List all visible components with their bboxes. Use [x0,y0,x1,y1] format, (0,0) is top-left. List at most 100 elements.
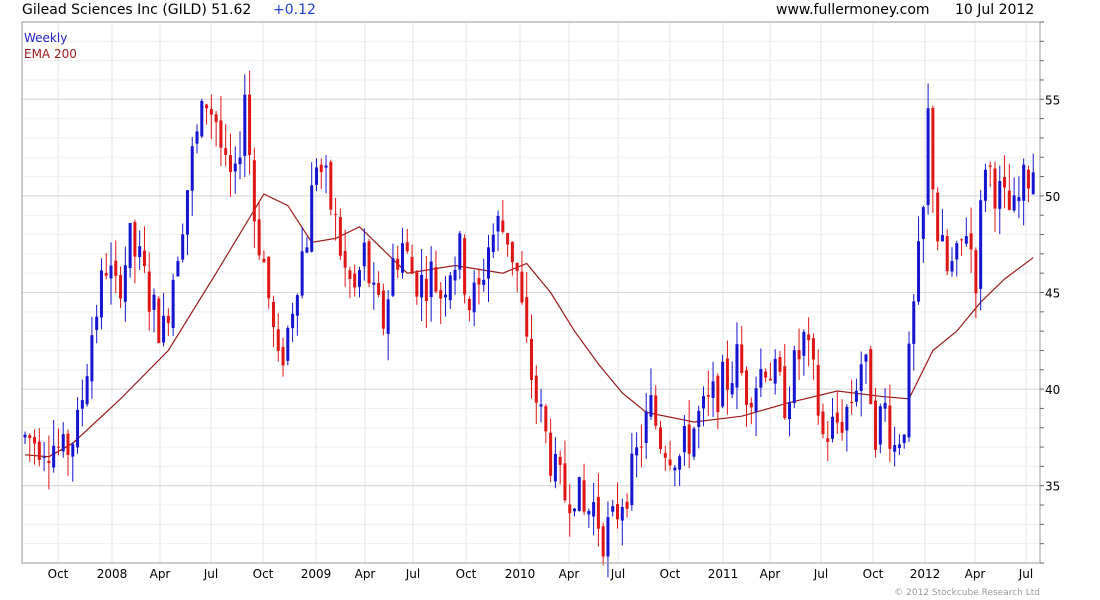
candle-body [291,313,295,329]
x-tick-label: 2011 [708,567,739,581]
candle-body [549,432,553,476]
candle-body [931,108,935,190]
axes: 35 40 45 50 55 Oct 2008 Apr Jul Oct 2009 Apr Jul Oct 2… [21,21,1060,581]
candle-body [611,506,615,512]
candle-body [190,146,194,191]
candle-body [964,236,968,244]
candle-body [439,290,443,299]
candle-body [534,375,538,403]
candle-body [702,396,706,409]
candle-body [467,299,471,311]
candle-body [61,434,65,452]
candle-body [243,94,247,156]
candle-body [343,250,347,268]
candle-body [257,219,261,256]
candle-body [678,456,682,470]
candle-body [730,383,734,395]
candle-body [348,270,352,279]
x-tick-label: Apr [965,567,986,581]
candle-body [596,496,600,529]
candle-body [76,409,80,448]
candle-body [902,434,906,443]
candle-body [133,222,137,257]
candle-body [1003,176,1007,188]
candle-body [424,278,428,302]
candles [23,70,1035,578]
candle-body [616,504,620,520]
candle-body [606,517,610,557]
candle-body [525,297,529,337]
candle-body [716,375,720,413]
candle-body [811,338,815,360]
candle-body [185,190,189,235]
candle-body [486,247,490,279]
candle-body [400,243,404,273]
candle-body [802,331,806,356]
candle-body [458,233,462,270]
legend-weekly: Weekly [24,31,67,45]
candle-body [859,364,863,391]
candle-body [644,411,648,444]
candle-body [157,298,161,343]
candle-body [95,316,99,330]
candle-body [639,446,643,448]
candle-body [697,410,701,427]
candle-body [668,459,672,466]
candle-body [324,165,328,168]
candle-body [248,94,252,156]
candle-body [515,262,519,271]
candle-body [338,217,342,256]
candle-body [816,365,820,416]
candle-body [773,358,777,384]
candle-body [372,282,376,285]
candle-body [568,504,572,514]
y-tick-label: 35 [1045,480,1060,494]
candle-body [539,404,543,407]
x-tick-label: Oct [456,567,477,581]
candle-body [205,104,209,109]
candle-body [281,347,285,366]
candle-body [109,265,113,279]
candle-body [381,290,385,329]
candle-body [219,120,223,148]
candle-body [682,426,686,453]
candle-body [888,405,892,449]
candle-body [472,282,476,313]
candle-body [788,402,792,420]
candle-body [276,329,280,351]
candle-body [1031,172,1035,195]
ema-layer [24,193,1034,458]
candle-body [238,157,242,165]
candle-body [491,234,495,252]
candle-body [128,223,132,268]
candle-body [142,250,146,267]
candle-body [993,168,997,209]
candle-body [998,181,1002,209]
x-tick-label: Jul [405,567,420,581]
candle-body [587,511,591,515]
candle-body [114,260,118,276]
candle-body [252,160,256,222]
candle-body [945,236,949,272]
candle-body [745,370,749,405]
candle-body [983,169,987,201]
candle-body [558,456,562,465]
candle-body [592,502,596,517]
candle-body [601,526,605,557]
candle-body [228,154,232,172]
x-tick-label: Jul [203,567,218,581]
candle-body [840,421,844,433]
candle-body [687,424,691,454]
candle-body [874,400,878,450]
candle-body [649,395,653,417]
candle-body [1007,190,1011,210]
candle-body [477,278,481,285]
candle-body [506,233,510,245]
candle-body [620,506,624,521]
candle-body [845,406,849,431]
candle-body [214,114,218,123]
candle-body [921,207,925,239]
candle-body [171,279,175,328]
grid [22,21,1040,564]
candle-body [754,388,758,412]
